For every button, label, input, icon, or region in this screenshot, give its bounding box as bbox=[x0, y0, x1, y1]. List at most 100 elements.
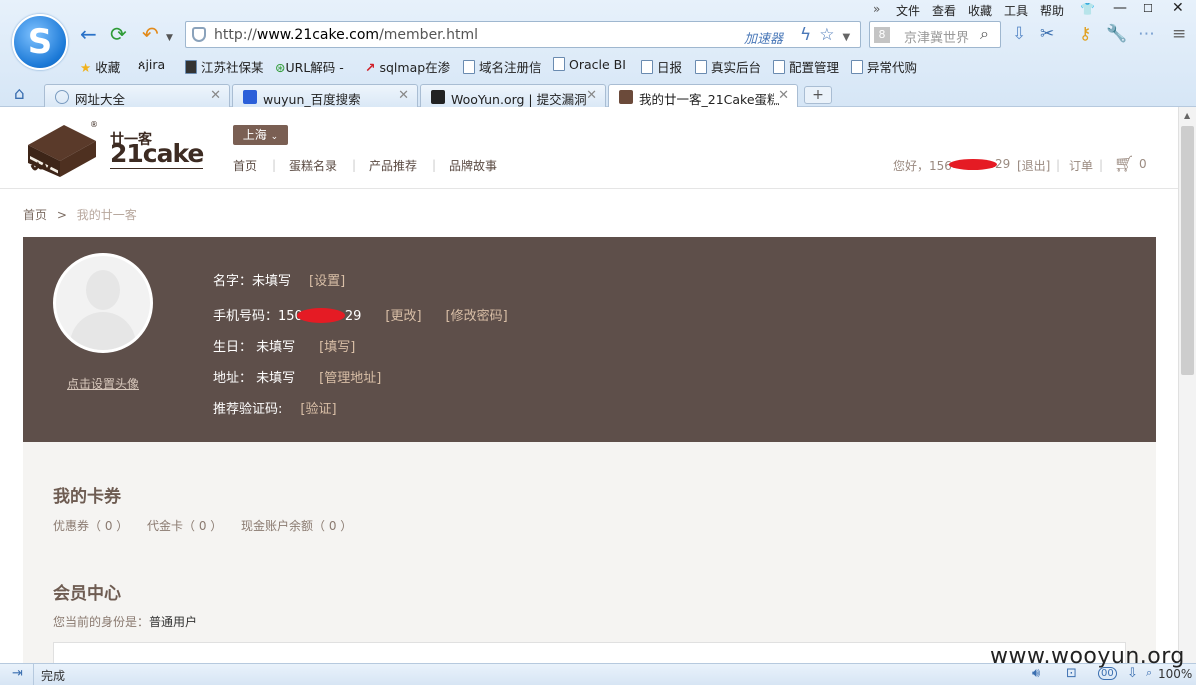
wooyun-icon bbox=[431, 90, 445, 104]
voucher-link[interactable]: 代金卡（ 0 ） bbox=[147, 517, 222, 534]
menu-more-icon[interactable]: » bbox=[873, 2, 880, 16]
tab-close-icon[interactable]: ✕ bbox=[210, 88, 221, 103]
greeting-suffix: 29 bbox=[995, 157, 1011, 171]
nav-divider: | bbox=[272, 158, 277, 172]
new-tab-button[interactable]: + bbox=[804, 86, 832, 104]
fav-item-jira[interactable]: ጰjira bbox=[138, 57, 165, 73]
search-icon[interactable]: ⌕ bbox=[980, 24, 989, 44]
cake-logo-icon[interactable] bbox=[24, 119, 99, 179]
logout-link[interactable]: [退出] bbox=[1017, 157, 1050, 174]
back-icon[interactable]: ← bbox=[80, 24, 97, 44]
fill-birthday-link[interactable]: [填写] bbox=[319, 340, 355, 355]
change-password-link[interactable]: [修改密码] bbox=[446, 309, 508, 324]
fav-item-daily[interactable]: 日报 bbox=[641, 57, 682, 76]
page-icon bbox=[851, 60, 863, 74]
skin-icon[interactable]: 👕 bbox=[1080, 2, 1095, 16]
globe-icon: ⊛ bbox=[275, 60, 286, 75]
cart-count[interactable]: 0 bbox=[1139, 157, 1147, 171]
address-bar[interactable]: http://www.21cake.com/member.html 加速器 ϟ☆… bbox=[185, 21, 861, 48]
menu-help[interactable]: 帮助 bbox=[1040, 2, 1064, 19]
wrench-icon[interactable]: 🔧 bbox=[1106, 24, 1127, 44]
avatar-head-icon bbox=[86, 270, 120, 310]
fav-item-favorites[interactable]: ★ 收藏 bbox=[80, 57, 120, 76]
minimize-icon[interactable]: — bbox=[1113, 0, 1127, 16]
status-text: 完成 bbox=[41, 669, 66, 683]
menu-tools[interactable]: 工具 bbox=[1004, 2, 1028, 19]
avatar[interactable] bbox=[53, 253, 153, 353]
chevron-down-icon: ⌄ bbox=[270, 132, 279, 142]
fav-item-domain[interactable]: 域名注册信 bbox=[463, 57, 542, 76]
phone-redaction bbox=[296, 308, 345, 323]
tab-21cake[interactable]: 我的廿一客_21Cake蛋糕 ✕ bbox=[608, 84, 798, 108]
fav-item-sqlmap[interactable]: ↗ sqlmap在渗 bbox=[365, 57, 450, 76]
more-tools-icon[interactable]: ⋯ bbox=[1138, 24, 1155, 44]
zoom-level[interactable]: 100% bbox=[1158, 667, 1192, 681]
fav-item-social[interactable]: 江苏社保某 bbox=[185, 57, 264, 76]
accelerator-label[interactable]: 加速器 bbox=[744, 28, 783, 47]
set-avatar-link[interactable]: 点击设置头像 bbox=[67, 375, 139, 392]
menu-lines-icon[interactable]: ≡ bbox=[1172, 24, 1186, 44]
cart-icon[interactable]: 🛒︎ bbox=[1114, 154, 1134, 173]
close-icon[interactable]: ✕ bbox=[1172, 0, 1184, 16]
city-selector[interactable]: 上海 ⌄ bbox=[233, 125, 288, 145]
key-icon[interactable]: ⚷ bbox=[1079, 24, 1091, 44]
scroll-up-icon[interactable]: ▲ bbox=[1184, 111, 1190, 120]
nav-brand-story[interactable]: 品牌故事 bbox=[449, 157, 497, 174]
browser-logo-icon[interactable]: S bbox=[12, 14, 68, 70]
breadcrumb-home[interactable]: 首页 bbox=[23, 208, 47, 222]
home-icon[interactable]: ⌂ bbox=[14, 84, 25, 104]
vertical-scrollbar[interactable]: ▲ bbox=[1178, 107, 1196, 663]
browser-chrome: S ← ⟳ ↶ ▼ http://www.21cake.com/member.h… bbox=[0, 0, 1196, 108]
fav-item-backend[interactable]: 真实后台 bbox=[695, 57, 761, 76]
cards-title: 我的卡券 bbox=[53, 487, 121, 507]
address-bar-icons[interactable]: ϟ☆▼ bbox=[800, 25, 858, 45]
search-input[interactable]: 京津冀世界 bbox=[904, 27, 969, 46]
page-icon bbox=[695, 60, 707, 74]
tab-wooyun[interactable]: WooYun.org | 提交漏洞 ✕ bbox=[420, 84, 606, 107]
nav-home[interactable]: 首页 bbox=[233, 157, 257, 174]
tab-close-icon[interactable]: ✕ bbox=[398, 88, 409, 103]
undo-icon[interactable]: ↶ bbox=[142, 24, 159, 44]
search-engine-icon[interactable]: 8 bbox=[874, 27, 890, 43]
coupon-link[interactable]: 优惠券（ 0 ） bbox=[53, 517, 128, 534]
tab-navigation[interactable]: 网址大全 ✕ bbox=[44, 84, 230, 107]
menu-view[interactable]: 查看 bbox=[932, 2, 956, 19]
balance-link[interactable]: 现金账户余额（ 0 ） bbox=[241, 517, 352, 534]
menu-favorites[interactable]: 收藏 bbox=[968, 2, 992, 19]
set-name-link[interactable]: [设置] bbox=[309, 274, 345, 289]
manage-address-link[interactable]: [管理地址] bbox=[319, 371, 381, 386]
download-icon[interactable]: ⇩ bbox=[1012, 24, 1026, 44]
undo-dropdown-icon[interactable]: ▼ bbox=[166, 28, 173, 48]
tab-close-icon[interactable]: ✕ bbox=[586, 88, 597, 103]
member-status: 您当前的身份是：普通用户 bbox=[53, 615, 198, 629]
refresh-icon[interactable]: ⟳ bbox=[110, 24, 127, 44]
orders-link[interactable]: 订单 bbox=[1069, 157, 1093, 174]
nav-recommend[interactable]: 产品推荐 bbox=[369, 157, 417, 174]
sidebar-toggle-icon[interactable]: ⇥ bbox=[12, 666, 23, 681]
member-status-value: 普通用户 bbox=[149, 615, 198, 629]
screenshot-icon[interactable]: ✂ bbox=[1040, 24, 1054, 44]
fav-item-urldecode[interactable]: ⊛URL解码 - bbox=[275, 57, 344, 76]
watermark: www.wooyun.org bbox=[990, 644, 1185, 669]
fav-item-config[interactable]: 配置管理 bbox=[773, 57, 839, 76]
url-text[interactable]: http://www.21cake.com/member.html bbox=[214, 27, 478, 43]
account-section: 我的卡券 优惠券（ 0 ） 代金卡（ 0 ） 现金账户余额（ 0 ） 会员中心 … bbox=[23, 442, 1156, 663]
breadcrumb-current: 我的廿一客 bbox=[76, 208, 137, 222]
menu-file[interactable]: 文件 bbox=[896, 2, 920, 19]
profile-name-row: 名字：未填写 [设置] bbox=[213, 270, 345, 289]
brand-name-en: 21cake bbox=[110, 139, 204, 169]
nav-cake-list[interactable]: 蛋糕名录 bbox=[289, 157, 337, 174]
change-phone-link[interactable]: [更改] bbox=[385, 309, 421, 324]
search-box[interactable]: 8 京津冀世界 ⌕ bbox=[869, 21, 1001, 48]
verify-code-link[interactable]: [验证] bbox=[300, 402, 336, 417]
tab-baidu[interactable]: wuyun_百度搜索 ✕ bbox=[232, 84, 418, 107]
profile-address-row: 地址： 未填写 [管理地址] bbox=[213, 367, 381, 386]
name-label: 名字：未填写 bbox=[213, 274, 292, 289]
scrollbar-thumb[interactable] bbox=[1181, 126, 1194, 375]
fav-item-anomaly[interactable]: 异常代购 bbox=[851, 57, 917, 76]
member-center-title: 会员中心 bbox=[53, 584, 121, 604]
maximize-icon[interactable]: ☐ bbox=[1143, 2, 1153, 15]
tab-close-icon[interactable]: ✕ bbox=[774, 88, 789, 103]
address-dropdown-icon[interactable]: ▼ bbox=[842, 32, 858, 43]
fav-item-oracle[interactable]: Oracle BI bbox=[553, 57, 626, 72]
